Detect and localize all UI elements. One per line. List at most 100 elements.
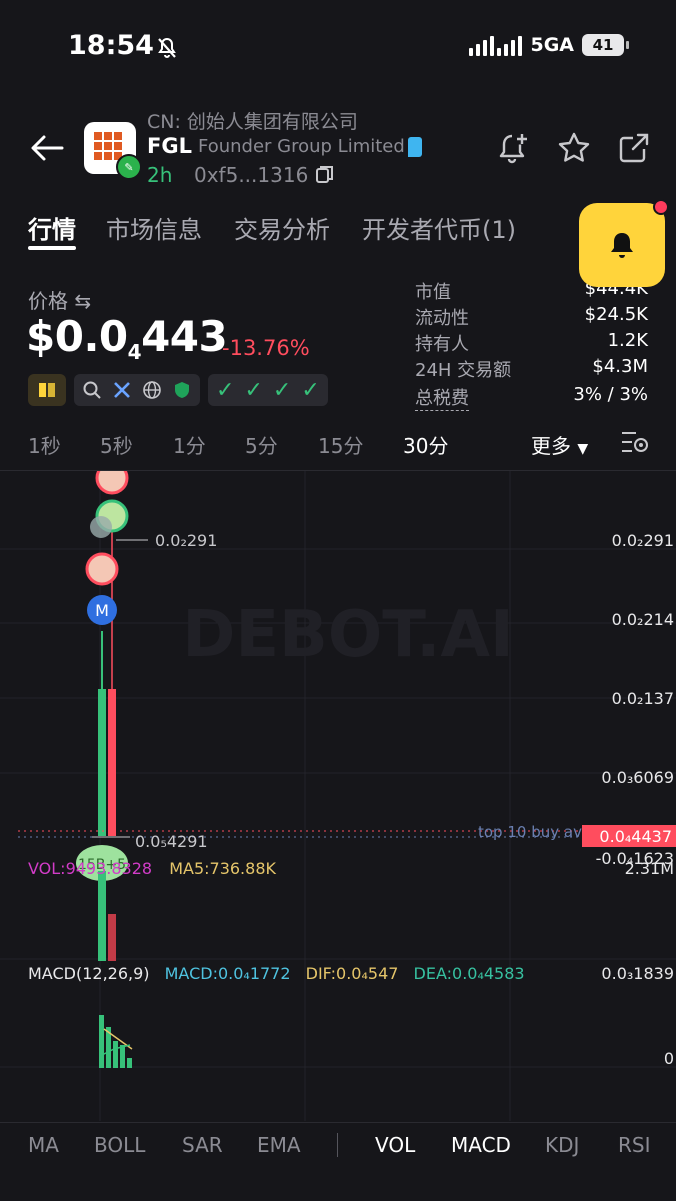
- silent-bell-icon: [158, 37, 176, 58]
- globe-icon[interactable]: [142, 380, 162, 400]
- check-icon: ✓: [216, 377, 235, 403]
- current-price: $0.04443: [26, 312, 228, 364]
- volume-bar-up: [98, 871, 106, 961]
- stat-label-holders: 持有人: [415, 334, 469, 355]
- chip-security-checks[interactable]: ✓ ✓ ✓ ✓: [208, 374, 328, 406]
- candle-up: [98, 689, 106, 836]
- token-cn-name: CN: 创始人集团有限公司: [147, 111, 358, 133]
- watermark: DEBOT.AI: [182, 598, 514, 672]
- bell-icon: [611, 233, 633, 258]
- y-axis-label: 0.0₂291: [611, 531, 674, 550]
- y-axis-label: 0.0₂137: [611, 689, 674, 708]
- chart-settings-icon[interactable]: [620, 428, 650, 456]
- macd-value: MACD:0.0₄1772: [164, 964, 291, 983]
- macd-legend: MACD(12,26,9) MACD:0.0₄1772 DIF:0.0₄547 …: [28, 964, 525, 983]
- indicator-rsi[interactable]: RSI: [618, 1133, 651, 1157]
- tab-trade-analysis[interactable]: 交易分析: [234, 210, 330, 245]
- y-axis-label: 0.0₂214: [611, 610, 674, 629]
- search-icon[interactable]: [82, 380, 102, 400]
- battery-level: 41: [592, 36, 614, 54]
- signal-icon: [469, 34, 523, 56]
- token-links-row: ✓ ✓ ✓ ✓: [28, 374, 328, 406]
- volume-bar-down: [108, 914, 116, 961]
- check-icon: ✓: [301, 377, 320, 403]
- star-favorite-icon[interactable]: [556, 130, 592, 166]
- trade-marker[interactable]: [90, 499, 129, 538]
- token-symbol: FGL: [147, 134, 192, 158]
- stat-value-holders: 1.2K: [607, 330, 648, 351]
- stat-value-tax: 3% / 3%: [573, 384, 648, 405]
- indicator-boll[interactable]: BOLL: [94, 1133, 145, 1157]
- indicator-macd[interactable]: MACD: [451, 1133, 511, 1157]
- x-twitter-icon[interactable]: [112, 380, 132, 400]
- trade-marker[interactable]: [95, 471, 129, 495]
- chip-book[interactable]: [28, 374, 66, 406]
- contract-address[interactable]: 0xf5...1316: [194, 163, 308, 187]
- more-label: 更多: [531, 434, 571, 458]
- price-label[interactable]: 价格 ⇆: [28, 285, 91, 314]
- battery-icon: 41: [582, 34, 629, 56]
- low-label: 0.0₅4291: [135, 832, 208, 851]
- timeframe-1m[interactable]: 1分: [173, 430, 206, 459]
- ma5-value: MA5:736.88K: [169, 859, 276, 878]
- status-indicators: 5GA 41: [469, 34, 629, 56]
- macd-axis-label: 0.0₃1839: [601, 964, 674, 983]
- macd-bar: [99, 1015, 104, 1068]
- tab-market[interactable]: 行情: [28, 210, 76, 245]
- timeframe-5m[interactable]: 5分: [245, 430, 278, 459]
- price-alert-button[interactable]: [579, 199, 669, 287]
- trade-marker[interactable]: [85, 552, 119, 586]
- stat-label-tax[interactable]: 总税费: [415, 384, 469, 411]
- stat-value-liquidity: $24.5K: [584, 304, 648, 325]
- top10-label: top 10 buy av: [478, 823, 582, 841]
- timeframe-30m[interactable]: 30分: [403, 430, 448, 459]
- macd-bar: [120, 1045, 125, 1068]
- macd-bar: [113, 1041, 118, 1068]
- network-type: 5GA: [530, 34, 574, 56]
- indicator-divider: [337, 1133, 338, 1157]
- check-icon: ✓: [244, 377, 263, 403]
- status-time: 18:54: [68, 30, 154, 61]
- active-tab-indicator: [28, 246, 76, 250]
- tab-market-info[interactable]: 市场信息: [106, 210, 202, 245]
- share-icon[interactable]: [616, 130, 652, 166]
- stat-value-volume: $4.3M: [592, 356, 648, 377]
- shield-lion-icon[interactable]: [172, 380, 192, 400]
- indicator-vol[interactable]: VOL: [375, 1133, 415, 1157]
- price-chart[interactable]: DEBOT.AI M 0.0₂291 0.0₅4291 top 10 buy a…: [0, 471, 676, 1121]
- current-price-tag-value: 0.0₄4437: [599, 827, 672, 846]
- copy-icon[interactable]: [315, 164, 335, 184]
- dif-value: DIF:0.0₄547: [305, 964, 399, 983]
- caret-down-icon: ▼: [577, 441, 589, 457]
- timeframe-5s[interactable]: 5秒: [100, 430, 133, 459]
- chain-flag-icon: [408, 137, 422, 157]
- token-logo: ✎: [84, 122, 142, 180]
- chip-social-links: [74, 374, 200, 406]
- add-alert-icon[interactable]: [496, 130, 532, 166]
- maker-marker[interactable]: M: [87, 595, 117, 625]
- indicator-ma[interactable]: MA: [28, 1133, 59, 1157]
- dea-value: DEA:0.0₄4583: [413, 964, 525, 983]
- token-age: 2h: [147, 163, 173, 187]
- indicator-kdj[interactable]: KDJ: [545, 1133, 579, 1157]
- indicator-sar[interactable]: SAR: [182, 1133, 223, 1157]
- price-change: -13.76%: [222, 336, 310, 360]
- indicator-ema[interactable]: EMA: [257, 1133, 301, 1157]
- macd-axis-zero: 0: [663, 1049, 674, 1068]
- candle-down: [108, 689, 116, 836]
- timeframe-15m[interactable]: 15分: [318, 430, 363, 459]
- stat-label-volume: 24H 交易额: [415, 360, 512, 381]
- y-axis-label: 0.0₃6069: [601, 768, 674, 787]
- high-label: 0.0₂291: [155, 531, 217, 550]
- svg-text:M: M: [95, 601, 109, 620]
- macd-title: MACD(12,26,9): [28, 964, 150, 983]
- stat-label-mcap: 市值: [415, 282, 451, 303]
- vol-value: VOL:9493.8328: [28, 859, 153, 878]
- tab-dev-tokens[interactable]: 开发者代币(1): [362, 210, 516, 245]
- book-icon: [39, 383, 55, 397]
- macd-bar: [127, 1058, 132, 1068]
- more-timeframes-dropdown[interactable]: 更多 ▼: [531, 430, 588, 459]
- back-arrow-icon[interactable]: [28, 128, 68, 168]
- stat-label-liquidity: 流动性: [415, 308, 469, 329]
- timeframe-1s[interactable]: 1秒: [28, 430, 61, 459]
